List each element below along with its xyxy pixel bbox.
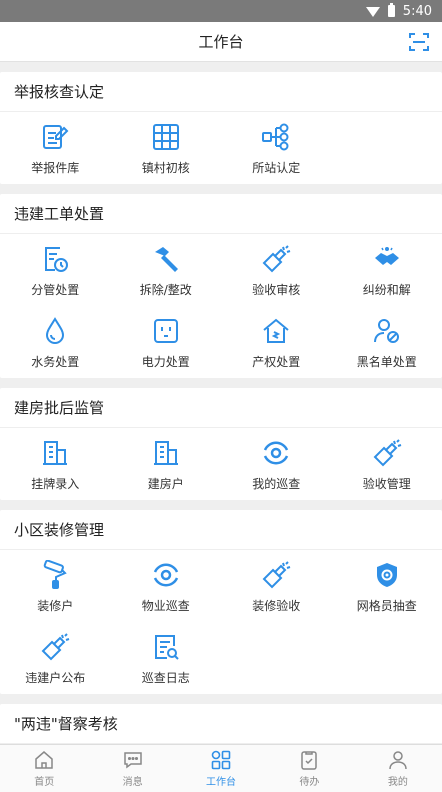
log-search-icon [150, 631, 182, 663]
item-patrol-log[interactable]: 巡查日志 [111, 622, 222, 694]
item-my-patrol[interactable]: 我的巡查 [221, 428, 332, 500]
hammer-icon [150, 243, 182, 275]
shield-eye-icon [371, 559, 403, 591]
flashlight-icon [260, 559, 292, 591]
battery-icon [387, 3, 395, 17]
section-illegal-build: 违建工单处置 分管处置 拆除/整改 验收审核 纠纷和解 水务处置 电力处置 产权… [0, 194, 442, 378]
bottom-nav: 首页 消息 工作台 待办 我的 [0, 744, 442, 792]
item-violator-publish[interactable]: 违建户公布 [0, 622, 111, 694]
handshake-icon [371, 243, 403, 275]
user-icon [387, 749, 409, 771]
edit-doc-icon [39, 121, 71, 153]
nav-todo[interactable]: 待办 [265, 745, 353, 792]
item-village-check[interactable]: 镇村初核 [111, 112, 222, 184]
item-blacklist-handle[interactable]: 黑名单处置 [332, 306, 442, 378]
status-bar: 5:40 [0, 0, 442, 22]
eye-cycle-icon [150, 559, 182, 591]
grid-icon [150, 121, 182, 153]
item-property-patrol[interactable]: 物业巡查 [111, 550, 222, 622]
section-title: "两违"督察考核 [0, 704, 442, 744]
clipboard-icon [298, 749, 320, 771]
item-acceptance-review[interactable]: 验收审核 [221, 234, 332, 306]
item-report-library[interactable]: 举报件库 [0, 112, 111, 184]
nav-workbench[interactable]: 工作台 [177, 745, 265, 792]
water-drop-icon [39, 315, 71, 347]
item-builder[interactable]: 建房户 [111, 428, 222, 500]
wifi-icon [365, 7, 380, 17]
paint-roller-icon [39, 559, 71, 591]
item-property-handle[interactable]: 产权处置 [221, 306, 332, 378]
item-dispute-settle[interactable]: 纠纷和解 [332, 234, 442, 306]
item-power-handle[interactable]: 电力处置 [111, 306, 222, 378]
house-icon [260, 315, 292, 347]
section-title: 建房批后监管 [0, 388, 442, 428]
section-supervision: "两违"督察考核 [0, 704, 442, 744]
section-post-approval: 建房批后监管 挂牌录入 建房户 我的巡查 验收管理 [0, 388, 442, 500]
status-time: 5:40 [402, 3, 432, 19]
item-decorator[interactable]: 装修户 [0, 550, 111, 622]
nav-mine[interactable]: 我的 [354, 745, 442, 792]
flashlight-icon [371, 437, 403, 469]
flashlight-icon [39, 631, 71, 663]
section-title: 违建工单处置 [0, 194, 442, 234]
title-bar: 工作台 [0, 22, 442, 62]
message-icon [122, 749, 144, 771]
building-icon [39, 437, 71, 469]
item-branch-handle[interactable]: 分管处置 [0, 234, 111, 306]
section-decoration: 小区装修管理 装修户 物业巡查 装修验收 网格员抽查 违建户公布 巡查日志 [0, 510, 442, 694]
section-title: 小区装修管理 [0, 510, 442, 550]
user-ban-icon [371, 315, 403, 347]
nav-messages[interactable]: 消息 [88, 745, 176, 792]
item-decoration-accept[interactable]: 装修验收 [221, 550, 332, 622]
workbench-icon [210, 749, 232, 771]
eye-cycle-icon [260, 437, 292, 469]
item-plate-entry[interactable]: 挂牌录入 [0, 428, 111, 500]
item-grid-spot-check[interactable]: 网格员抽查 [332, 550, 442, 622]
flashlight-icon [260, 243, 292, 275]
nav-home[interactable]: 首页 [0, 745, 88, 792]
item-demolish[interactable]: 拆除/整改 [111, 234, 222, 306]
home-icon [33, 749, 55, 771]
page-title: 工作台 [198, 33, 244, 51]
section-title: 举报核查认定 [0, 72, 442, 112]
item-water-handle[interactable]: 水务处置 [0, 306, 111, 378]
scan-icon[interactable] [408, 31, 430, 53]
doc-clock-icon [39, 243, 71, 275]
item-acceptance-manage[interactable]: 验收管理 [332, 428, 442, 500]
section-report-review: 举报核查认定 举报件库 镇村初核 所站认定 [0, 72, 442, 184]
item-station-confirm[interactable]: 所站认定 [221, 112, 332, 184]
building-icon [150, 437, 182, 469]
org-tree-icon [260, 121, 292, 153]
power-socket-icon [150, 315, 182, 347]
